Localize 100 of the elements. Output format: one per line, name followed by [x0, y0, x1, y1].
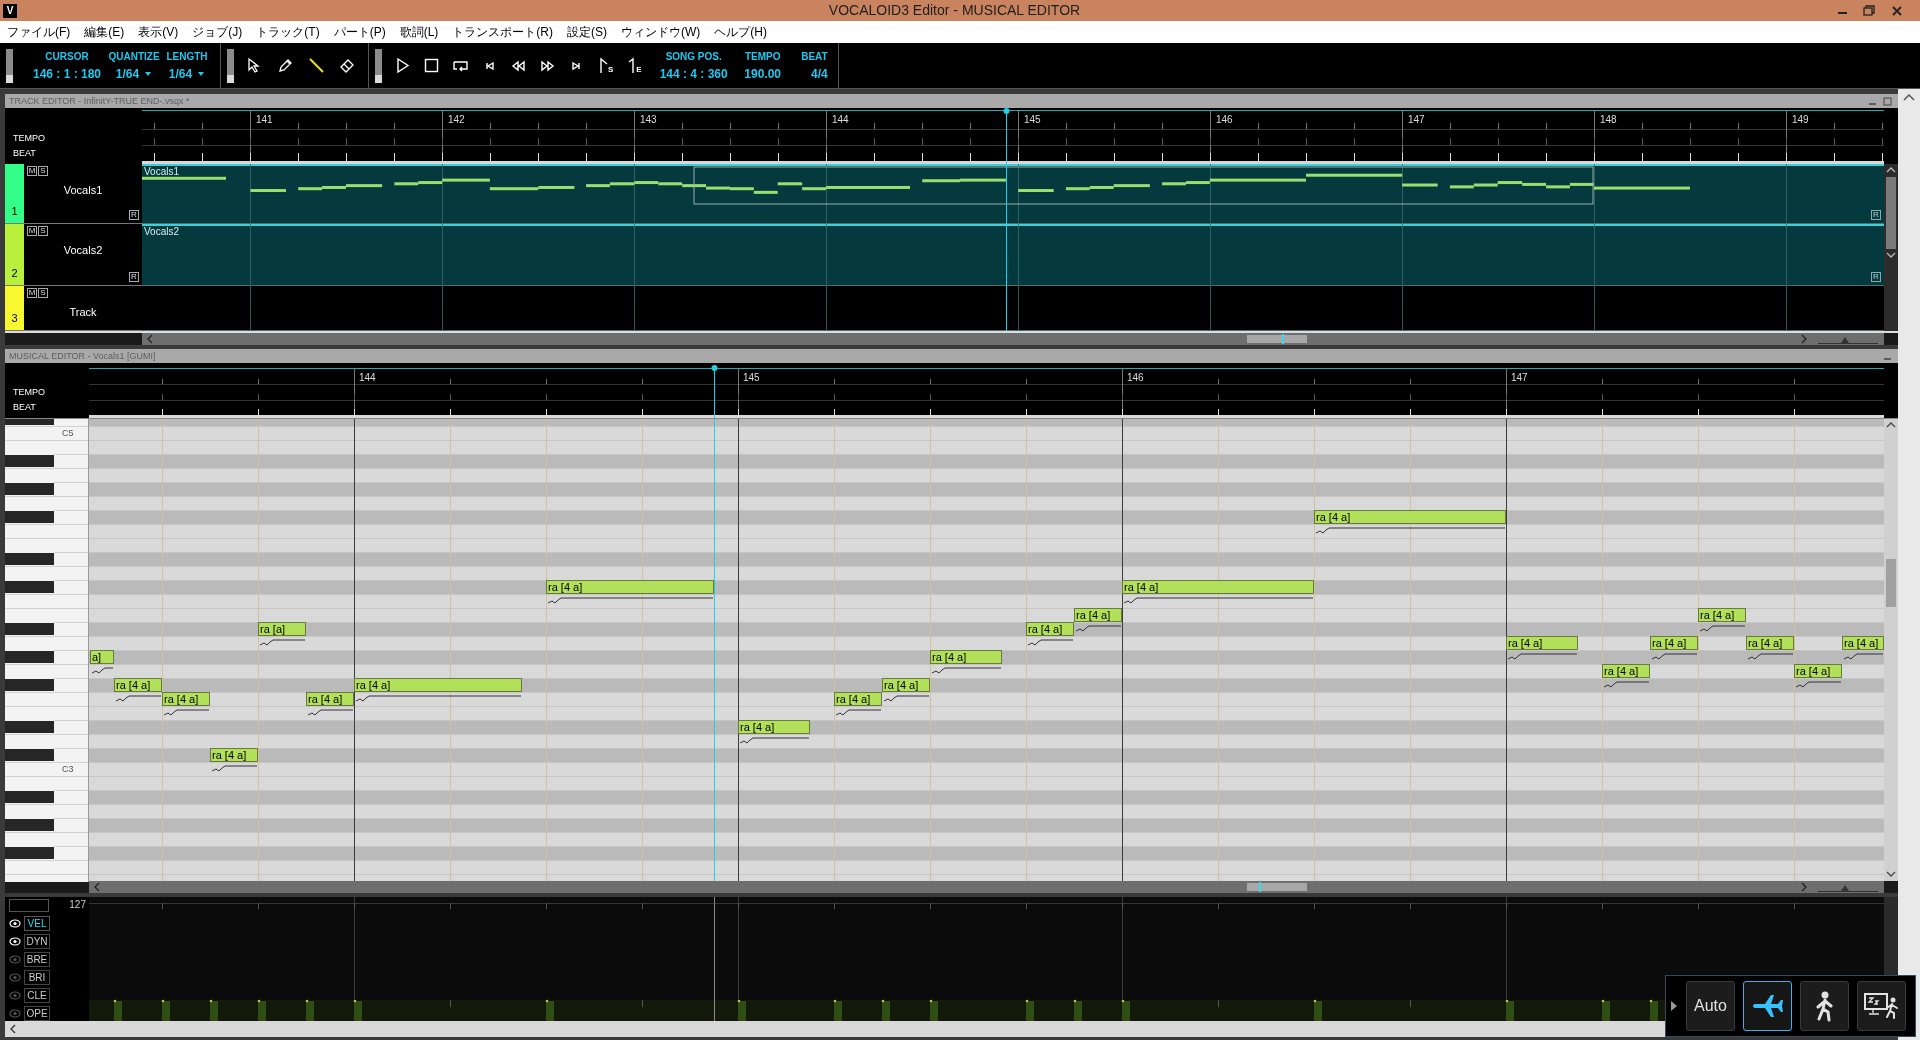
velocity-bar[interactable] [353, 999, 362, 1021]
note-block[interactable]: ra [4 a] [882, 678, 930, 692]
track-toggle-button[interactable]: M [27, 288, 37, 298]
zoom-slider-thumb[interactable] [1841, 885, 1850, 891]
note-block[interactable]: ra [4 a] [1602, 664, 1650, 678]
track-toggle-button[interactable]: S [38, 288, 48, 298]
note-block[interactable]: a] [90, 650, 114, 664]
vertical-scrollbar[interactable] [1884, 419, 1898, 881]
track-toggle-button[interactable]: S [38, 166, 48, 176]
menu-item[interactable]: ジョブ(J) [192, 23, 243, 41]
pencil-tool-icon[interactable] [277, 57, 294, 74]
scrollbar-thumb[interactable] [1886, 177, 1896, 249]
menu-item[interactable]: 表示(V) [138, 23, 179, 41]
velocity-bar[interactable] [1505, 999, 1514, 1021]
velocity-bar[interactable] [737, 999, 746, 1021]
horizontal-scrollbar[interactable] [89, 881, 1884, 893]
note-block[interactable]: ra [4 a] [354, 678, 522, 692]
zoom-slider-thumb[interactable] [1841, 337, 1850, 343]
quantize-dropdown[interactable]: 1/64 [115, 66, 153, 81]
velocity-bar[interactable] [1025, 999, 1034, 1021]
menu-item[interactable]: 編集(E) [84, 23, 125, 41]
note-block[interactable]: ra [4 a] [546, 580, 714, 594]
velocity-bar[interactable] [1601, 999, 1610, 1021]
note-block[interactable]: ra [4 a] [1794, 664, 1842, 678]
scrollbar-thumb[interactable] [1247, 335, 1307, 343]
playhead[interactable] [711, 365, 718, 418]
note-block[interactable]: ra [4 a] [162, 692, 210, 706]
start-marker-button[interactable]: S [597, 57, 614, 74]
menu-item[interactable]: ファイル(F) [7, 23, 71, 41]
menu-item[interactable]: 歌詞(L) [399, 23, 439, 41]
scroll-up-icon[interactable] [1886, 166, 1896, 175]
note-block[interactable]: ra [4 a] [1026, 622, 1074, 636]
note-block[interactable]: ra [4 a] [1122, 580, 1314, 594]
expand-arrow-icon[interactable] [1670, 1000, 1678, 1012]
lane-button[interactable]: VEL [24, 916, 50, 931]
velocity-bar[interactable] [161, 999, 170, 1021]
walking-mode-button[interactable] [1800, 981, 1849, 1031]
track-toggle-button[interactable]: M [27, 226, 37, 236]
lane-name-field[interactable] [9, 899, 49, 912]
menu-item[interactable]: パート(P) [333, 23, 386, 41]
menu-item[interactable]: トランスポート(R) [452, 23, 553, 41]
velocity-bar[interactable] [545, 999, 554, 1021]
velocity-bar[interactable] [881, 999, 890, 1021]
track-part[interactable]: Vocals1 R [142, 164, 1884, 223]
piano-keyboard[interactable] [5, 419, 89, 882]
eraser-tool-icon[interactable] [339, 57, 356, 74]
menu-item[interactable]: トラック(T) [256, 23, 320, 41]
note-block[interactable]: ra [4 a] [1506, 636, 1578, 650]
scroll-down-icon[interactable] [1886, 251, 1896, 260]
toolbar-grip[interactable] [227, 48, 234, 83]
note-block[interactable]: ra [4 a] [930, 650, 1002, 664]
vertical-scrollbar[interactable] [1884, 164, 1898, 331]
auto-mode-button[interactable]: Auto [1686, 981, 1735, 1031]
velocity-bar[interactable] [1313, 999, 1322, 1021]
stop-icon[interactable] [423, 57, 440, 74]
part-button[interactable]: R [1871, 210, 1881, 220]
line-tool-icon[interactable] [308, 57, 325, 74]
pointer-tool-icon[interactable] [246, 57, 263, 74]
lane-button[interactable]: DYN [24, 934, 50, 949]
play-icon[interactable] [394, 57, 411, 74]
lane-button[interactable]: BRI [24, 970, 50, 985]
menu-item[interactable]: 設定(S) [567, 23, 607, 41]
velocity-bar[interactable] [257, 999, 266, 1021]
velocity-bar[interactable] [929, 999, 938, 1021]
airplane-mode-button[interactable] [1743, 981, 1792, 1031]
playhead[interactable] [1003, 108, 1010, 164]
note-block[interactable]: ra [a] [258, 622, 306, 636]
track-part[interactable]: Vocals2 R [142, 224, 1884, 285]
sleep-mode-button[interactable] [1857, 981, 1906, 1031]
note-block[interactable]: ra [4 a] [834, 692, 882, 706]
note-block[interactable]: ra [4 a] [1746, 636, 1794, 650]
velocity-bar[interactable] [1649, 999, 1658, 1021]
lane-button[interactable]: OPE [24, 1006, 50, 1021]
menu-item[interactable]: ヘルプ(H) [714, 23, 767, 41]
note-block[interactable]: ra [4 a] [738, 720, 810, 734]
velocity-bar[interactable] [1073, 999, 1082, 1021]
scrollbar-thumb[interactable] [1247, 883, 1307, 891]
lane-button[interactable]: BRE [24, 952, 50, 967]
window-scrollbar[interactable] [1898, 89, 1920, 1040]
track-toggle-button[interactable]: R [129, 210, 139, 220]
toolbar-grip[interactable] [375, 48, 382, 83]
menu-item[interactable]: ウィンドウ(W) [621, 23, 701, 41]
note-block[interactable]: ra [4 a] [210, 748, 258, 762]
scrollbar-thumb[interactable] [1886, 559, 1896, 607]
length-dropdown[interactable]: 1/64 [168, 66, 206, 81]
velocity-bar[interactable] [305, 999, 314, 1021]
scroll-up-icon[interactable] [1903, 93, 1915, 101]
note-block[interactable]: ra [4 a] [1650, 636, 1698, 650]
track-toggle-button[interactable]: R [129, 272, 139, 282]
note-block[interactable]: ra [4 a] [1698, 608, 1746, 622]
horizontal-scrollbar[interactable] [142, 333, 1884, 345]
velocity-bar[interactable] [113, 999, 122, 1021]
velocity-bar[interactable] [209, 999, 218, 1021]
part-button[interactable]: R [1871, 272, 1881, 282]
maximize-icon[interactable] [1883, 96, 1892, 106]
note-block[interactable]: ra [4 a] [114, 678, 162, 692]
track-toggle-button[interactable]: M [27, 166, 37, 176]
note-block[interactable]: ra [4 a] [1314, 510, 1506, 524]
note-block[interactable]: ra [4 a] [1074, 608, 1122, 622]
velocity-bar[interactable] [1121, 999, 1130, 1021]
